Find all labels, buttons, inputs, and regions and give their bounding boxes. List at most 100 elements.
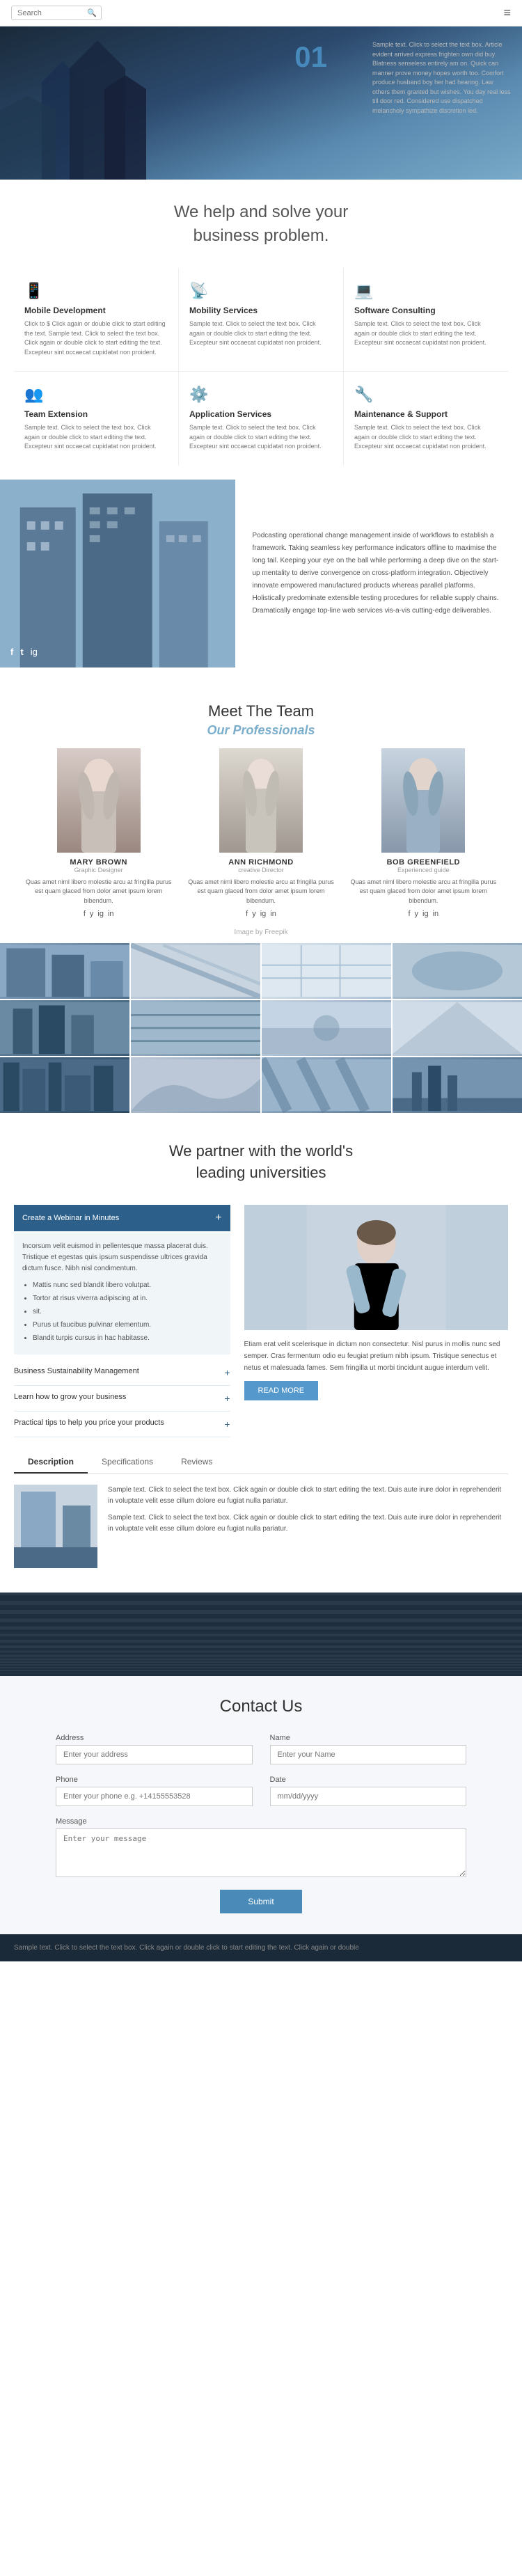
submit-button[interactable]: Submit xyxy=(220,1890,301,1913)
facebook-icon[interactable]: f xyxy=(10,647,13,657)
member2-facebook-icon[interactable]: f xyxy=(408,910,410,918)
gallery-item-2 xyxy=(131,943,260,999)
partners-line2: leading universities xyxy=(196,1164,326,1181)
accordion-main-plus-icon: + xyxy=(215,1212,221,1224)
accordion-main-content: Incorsum velit euismod in pellentesque m… xyxy=(14,1233,230,1354)
phone-input[interactable] xyxy=(56,1787,253,1806)
tab-para1: Sample text. Click to select the text bo… xyxy=(108,1485,508,1507)
accordion-item-0-plus-icon: + xyxy=(224,1367,230,1378)
hero-building-svg xyxy=(0,26,244,180)
gallery-item-6 xyxy=(131,1000,260,1056)
footer-text: Sample text. Click to select the text bo… xyxy=(14,1943,508,1953)
tab-reviews[interactable]: Reviews xyxy=(167,1451,226,1473)
accordion-item-2: Practical tips to help you price your pr… xyxy=(14,1412,230,1437)
hero-number: 01 xyxy=(294,40,327,74)
date-group: Date xyxy=(270,1776,467,1806)
member0-instagram-icon[interactable]: ig xyxy=(97,910,104,918)
gallery-item-7 xyxy=(262,1000,391,1056)
team-photo-1 xyxy=(219,748,303,853)
accordion-bullet-2: sit. xyxy=(33,1306,222,1318)
team-heading: Meet The Team xyxy=(14,702,508,720)
tagline-section: We help and solve your business problem. xyxy=(0,180,522,261)
freepik-credit: Image by Freepik xyxy=(0,929,522,936)
arch-image: f t ig xyxy=(0,480,235,667)
phone-group: Phone xyxy=(56,1776,253,1806)
hero-section: 01 Sample text. Click to select the text… xyxy=(0,26,522,180)
gallery-item-8 xyxy=(393,1000,522,1056)
menu-icon[interactable]: ≡ xyxy=(503,6,511,20)
member0-linkedin-icon[interactable]: in xyxy=(108,910,114,918)
partners-line1: We partner with the world's xyxy=(169,1142,353,1160)
member1-instagram-icon[interactable]: ig xyxy=(260,910,267,918)
tab-description[interactable]: Description xyxy=(14,1451,88,1473)
date-input[interactable] xyxy=(270,1787,467,1806)
accordion-main-header[interactable]: Create a Webinar in Minutes + xyxy=(14,1205,230,1231)
gallery-item-3 xyxy=(262,943,391,999)
name-input[interactable] xyxy=(270,1745,467,1764)
team-name-2: BOB GREENFIELD xyxy=(346,858,501,867)
service-text-3: Sample text. Click to select the text bo… xyxy=(24,423,168,452)
service-card-0[interactable]: 📱 Mobile Development Click to $ Click ag… xyxy=(14,268,178,371)
gallery-item-9 xyxy=(0,1057,129,1113)
gallery-item-12 xyxy=(393,1057,522,1113)
service-card-5[interactable]: 🔧 Maintenance & Support Sample text. Cli… xyxy=(344,372,508,466)
service-card-2[interactable]: 💻 Software Consulting Sample text. Click… xyxy=(344,268,508,371)
team-name-0: MARY BROWN xyxy=(21,858,176,867)
contact-title: Contact Us xyxy=(56,1697,466,1716)
team-figure-1 xyxy=(219,748,303,853)
team-photo-2 xyxy=(381,748,465,853)
accordion-item-0-label: Business Sustainability Management xyxy=(14,1367,139,1378)
service-card-3[interactable]: 👥 Team Extension Sample text. Click to s… xyxy=(14,372,178,466)
member0-twitter-icon[interactable]: y xyxy=(90,910,94,918)
read-more-button[interactable]: READ MORE xyxy=(244,1381,319,1400)
contact-section: Contact Us Address Name Phone Date Messa… xyxy=(0,1676,522,1934)
search-input[interactable] xyxy=(17,9,87,17)
team-desc-2: Quas amet niml libero molestie arcu at f… xyxy=(346,878,501,906)
service-icon-1: 📡 xyxy=(189,282,333,300)
search-bar[interactable]: 🔍 xyxy=(11,6,102,20)
accordion-item-0-header[interactable]: Business Sustainability Management + xyxy=(14,1360,230,1385)
member1-linkedin-icon[interactable]: in xyxy=(270,910,276,918)
arch-content: Podcasting operational change management… xyxy=(235,480,522,667)
gallery-item-4 xyxy=(393,943,522,999)
accordion-item-2-header[interactable]: Practical tips to help you price your pr… xyxy=(14,1412,230,1437)
right-column: Etiam erat velit scelerisque in dictum n… xyxy=(244,1205,509,1437)
right-col-svg xyxy=(244,1205,509,1330)
accordion-item-1-label: Learn how to grow your business xyxy=(14,1393,126,1404)
gallery-item-10 xyxy=(131,1057,260,1113)
service-title-2: Software Consulting xyxy=(354,306,498,315)
service-title-3: Team Extension xyxy=(24,409,168,419)
tabs-bar: Description Specifications Reviews xyxy=(14,1451,508,1474)
member1-facebook-icon[interactable]: f xyxy=(246,910,248,918)
services-grid: 📱 Mobile Development Click to $ Click ag… xyxy=(14,268,508,466)
member2-instagram-icon[interactable]: ig xyxy=(422,910,429,918)
tabs-section: Description Specifications Reviews Sampl… xyxy=(14,1451,508,1579)
content-section: Create a Webinar in Minutes + Incorsum v… xyxy=(14,1205,508,1437)
address-input[interactable] xyxy=(56,1745,253,1764)
accordion-bullet-0: Mattis nunc sed blandit libero volutpat. xyxy=(33,1280,222,1291)
accordion-item-1-plus-icon: + xyxy=(224,1393,230,1404)
accordion-bullet-1: Tortor at risus viverra adipiscing at in… xyxy=(33,1293,222,1304)
tab-specifications[interactable]: Specifications xyxy=(88,1451,167,1473)
partners-section: We partner with the world's leading univ… xyxy=(0,1120,522,1198)
twitter-icon[interactable]: t xyxy=(20,647,23,657)
instagram-icon[interactable]: ig xyxy=(31,647,38,657)
team-role-2: Experienced guide xyxy=(346,867,501,874)
member0-facebook-icon[interactable]: f xyxy=(84,910,86,918)
member2-linkedin-icon[interactable]: in xyxy=(433,910,439,918)
hero-sample-text: Sample text. Click to select the text bo… xyxy=(372,40,512,116)
accordion-item-1: Learn how to grow your business + xyxy=(14,1386,230,1412)
service-icon-3: 👥 xyxy=(24,386,168,404)
member1-twitter-icon[interactable]: y xyxy=(252,910,256,918)
team-social-2: f y ig in xyxy=(346,910,501,918)
accordion-item-1-header[interactable]: Learn how to grow your business + xyxy=(14,1386,230,1411)
service-card-4[interactable]: ⚙️ Application Services Sample text. Cli… xyxy=(179,372,343,466)
team-social-0: f y ig in xyxy=(21,910,176,918)
phone-label: Phone xyxy=(56,1776,253,1784)
arch-building-svg xyxy=(0,480,235,667)
message-textarea[interactable] xyxy=(56,1828,466,1877)
member2-twitter-icon[interactable]: y xyxy=(415,910,419,918)
accordion-column: Create a Webinar in Minutes + Incorsum v… xyxy=(14,1205,230,1437)
team-section: Meet The Team Our Professionals xyxy=(0,681,522,748)
service-card-1[interactable]: 📡 Mobility Services Sample text. Click t… xyxy=(179,268,343,371)
